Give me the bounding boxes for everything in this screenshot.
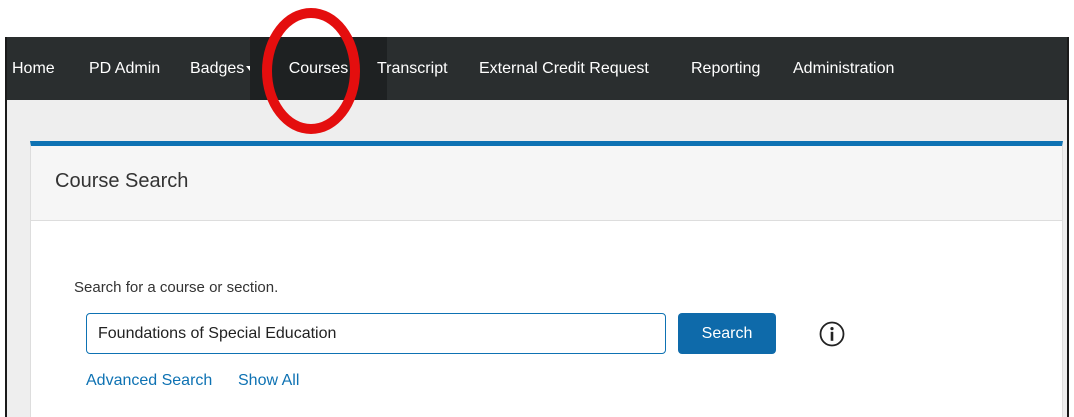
panel-title: Course Search xyxy=(55,170,189,192)
show-all-link[interactable]: Show All xyxy=(238,372,299,390)
nav-badges-label: Badges xyxy=(190,60,245,77)
info-icon[interactable] xyxy=(818,320,846,348)
nav-pd-admin[interactable]: PD Admin xyxy=(89,37,160,100)
panel-heading: Course Search xyxy=(31,146,1062,221)
app-frame: Home PD Admin Badges Courses Transcript … xyxy=(5,37,1069,417)
nav-reporting[interactable]: Reporting xyxy=(691,37,760,100)
nav-administration[interactable]: Administration xyxy=(793,37,894,100)
nav-badges[interactable]: Badges xyxy=(190,37,255,100)
search-button[interactable]: Search xyxy=(678,313,776,354)
nav-home[interactable]: Home xyxy=(12,37,55,100)
nav-courses[interactable]: Courses xyxy=(250,37,387,100)
search-input[interactable] xyxy=(86,313,666,354)
advanced-search-link[interactable]: Advanced Search xyxy=(86,372,212,390)
top-navigation-bar: Home PD Admin Badges Courses Transcript … xyxy=(7,37,1067,100)
search-label: Search for a course or section. xyxy=(74,279,279,296)
nav-external-credit-request[interactable]: External Credit Request xyxy=(479,37,649,100)
nav-transcript[interactable]: Transcript xyxy=(377,37,448,100)
course-search-panel: Course Search Search for a course or sec… xyxy=(30,141,1063,417)
